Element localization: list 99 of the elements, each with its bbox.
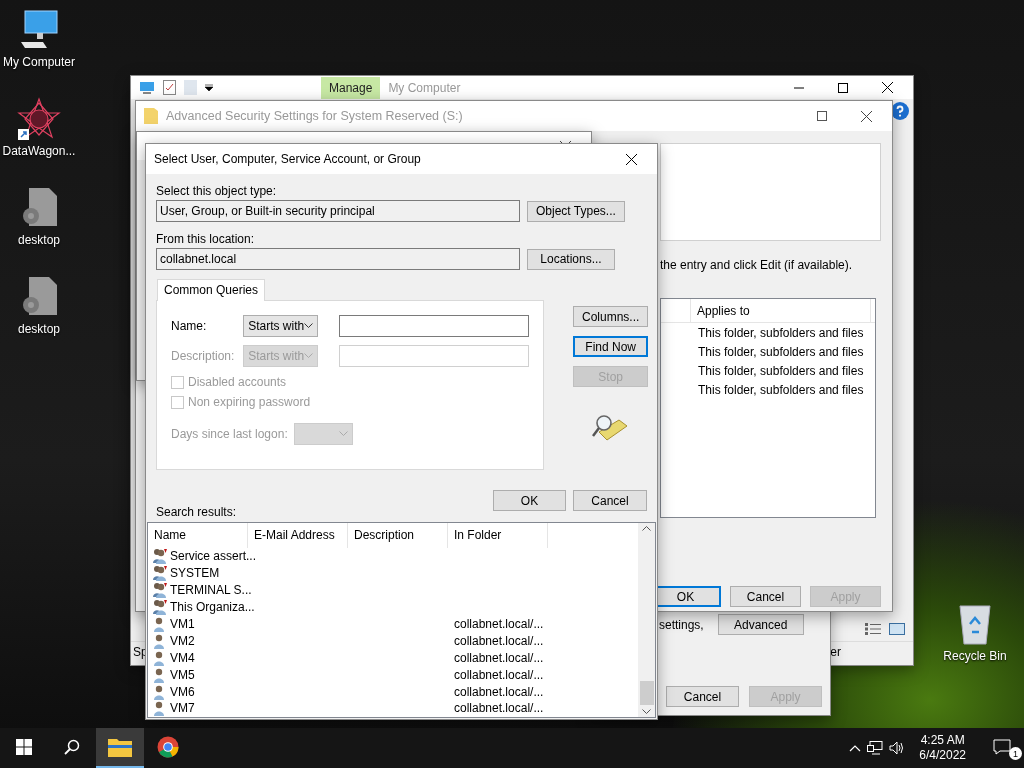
field-label: Days since last logon: [171, 427, 288, 441]
chevron-up-icon[interactable] [849, 744, 862, 752]
name-input[interactable] [339, 315, 529, 337]
folder-icon [108, 737, 132, 757]
windows-logo-icon [16, 739, 32, 755]
status-text: er [830, 644, 841, 659]
chevron-down-icon [642, 709, 651, 715]
table-cell[interactable]: VM1 [170, 616, 195, 631]
field-label: Select this object type: [156, 184, 278, 198]
close-icon [881, 82, 893, 93]
page-icon [184, 80, 197, 95]
table-cell: This folder, subfolders and files [698, 325, 864, 340]
results-label: Search results: [156, 505, 238, 519]
window-title: My Computer [388, 80, 461, 95]
location-field: collabnet.local [156, 248, 520, 270]
table-cell: This folder, subfolders and files [698, 363, 864, 378]
column-header[interactable]: Name [148, 523, 248, 548]
desktop-icon-label[interactable]: My Computer [3, 55, 75, 69]
description-text: settings, [659, 617, 704, 632]
notification-button[interactable]: 1 [980, 728, 1024, 768]
desktop-icon-label[interactable]: desktop [18, 322, 60, 336]
table-cell[interactable]: VM2 [170, 633, 195, 648]
field-label: From this location: [156, 232, 256, 246]
tab[interactable]: Common Queries [157, 279, 266, 301]
table-cell-text: collabnet.local/... [453, 633, 544, 648]
locations-button[interactable]: Locations... [527, 248, 615, 270]
object-types-button[interactable]: Object Types... [527, 200, 625, 222]
network-icon[interactable] [867, 741, 884, 755]
object-type-field: User, Group, or Built-in security principal [156, 200, 520, 222]
cancel-button[interactable]: Cancel [573, 490, 647, 511]
details-view-icon[interactable] [865, 623, 881, 635]
checkbox-label: Non expiring password [188, 395, 311, 409]
dropdown-icon [205, 83, 213, 92]
column-header[interactable]: E-Mail Address [248, 523, 348, 548]
table-cell[interactable]: VM5 [170, 667, 195, 682]
notification-badge: 1 [1009, 747, 1022, 760]
scrollbar-thumb[interactable] [639, 681, 654, 705]
dialog-button[interactable]: Cancel [730, 586, 801, 607]
close-icon [625, 153, 637, 165]
advanced-button[interactable]: Advanced [717, 614, 804, 635]
match-dropdown[interactable]: Starts with [243, 315, 319, 337]
user-group-icon [152, 599, 168, 616]
folder-icon [144, 108, 158, 124]
table-cell[interactable]: VM4 [170, 650, 195, 665]
table-cell: This folder, subfolders and files [698, 382, 864, 397]
clock-date: 6/4/2022 [919, 748, 966, 763]
table-cell: This folder, subfolders and files [698, 344, 864, 359]
minimize-icon [794, 86, 804, 89]
table-cell-text: collabnet.local/... [453, 616, 544, 631]
star-pattern-icon [17, 97, 61, 141]
table-cell[interactable]: SYSTEM [170, 566, 220, 581]
desktop-icon-label[interactable]: Recycle Bin [943, 649, 1007, 663]
column-header[interactable]: In Folder [448, 523, 548, 548]
volume-icon[interactable] [889, 741, 906, 755]
table-cell-text: collabnet.local/... [453, 650, 544, 665]
scrollbar[interactable] [638, 523, 655, 717]
table-cell[interactable]: Service assert... [170, 549, 257, 564]
desktop-icon-label[interactable]: DataWagon... [2, 144, 76, 158]
dialog-button[interactable]: Cancel [666, 686, 739, 707]
ok-button[interactable]: OK [493, 490, 566, 511]
taskbar-app[interactable] [96, 728, 144, 768]
chevron-down-icon [338, 431, 348, 437]
chevron-down-icon [304, 323, 314, 329]
message-icon [993, 739, 1011, 755]
window-title: Advanced Security Settings for System Reserved (S:) [166, 109, 463, 123]
table-cell-text: collabnet.local/... [453, 684, 544, 699]
table-cell[interactable]: TERMINAL S... [170, 583, 252, 598]
properties-icon [163, 80, 176, 95]
search-icon [64, 739, 80, 755]
column-header[interactable]: Description [348, 523, 448, 548]
thumbnail-view-icon[interactable] [889, 623, 905, 635]
clock[interactable]: 4:25 AM 6/4/2022 [911, 733, 974, 763]
chevron-down-icon [304, 353, 314, 359]
window-title: Select User, Computer, Service Account, or Group [154, 152, 421, 166]
field-label: Name: [171, 319, 208, 333]
maximize-icon [817, 111, 827, 121]
maximize-icon [838, 82, 848, 93]
user-group-icon [152, 565, 168, 582]
search-icon [591, 412, 627, 442]
table-cell[interactable]: This Organiza... [170, 600, 255, 615]
user-group-icon [152, 582, 168, 599]
table-cell[interactable]: VM7 [170, 701, 195, 716]
clock-time: 4:25 AM [920, 733, 965, 748]
table-cell[interactable]: VM6 [170, 684, 195, 699]
ribbon-tab[interactable]: Manage [321, 77, 381, 99]
chevron-up-icon [642, 525, 651, 531]
query-button[interactable]: Columns... [573, 306, 649, 327]
field-label: Description: [171, 349, 236, 363]
table-cell-text: collabnet.local/... [453, 667, 544, 682]
table-cell-text: collabnet.local/... [453, 701, 544, 716]
query-button[interactable]: Find Now [573, 336, 649, 357]
computer-icon [139, 80, 155, 95]
column-header[interactable]: Applies to [691, 299, 871, 322]
instruction-text: the entry and click Edit (if available). [660, 258, 854, 272]
checkbox-label: Disabled accounts [188, 375, 287, 389]
close-icon [860, 110, 872, 122]
desktop-icon-label[interactable]: desktop [18, 233, 60, 247]
chrome-icon [157, 736, 179, 758]
user-group-icon [152, 548, 168, 565]
